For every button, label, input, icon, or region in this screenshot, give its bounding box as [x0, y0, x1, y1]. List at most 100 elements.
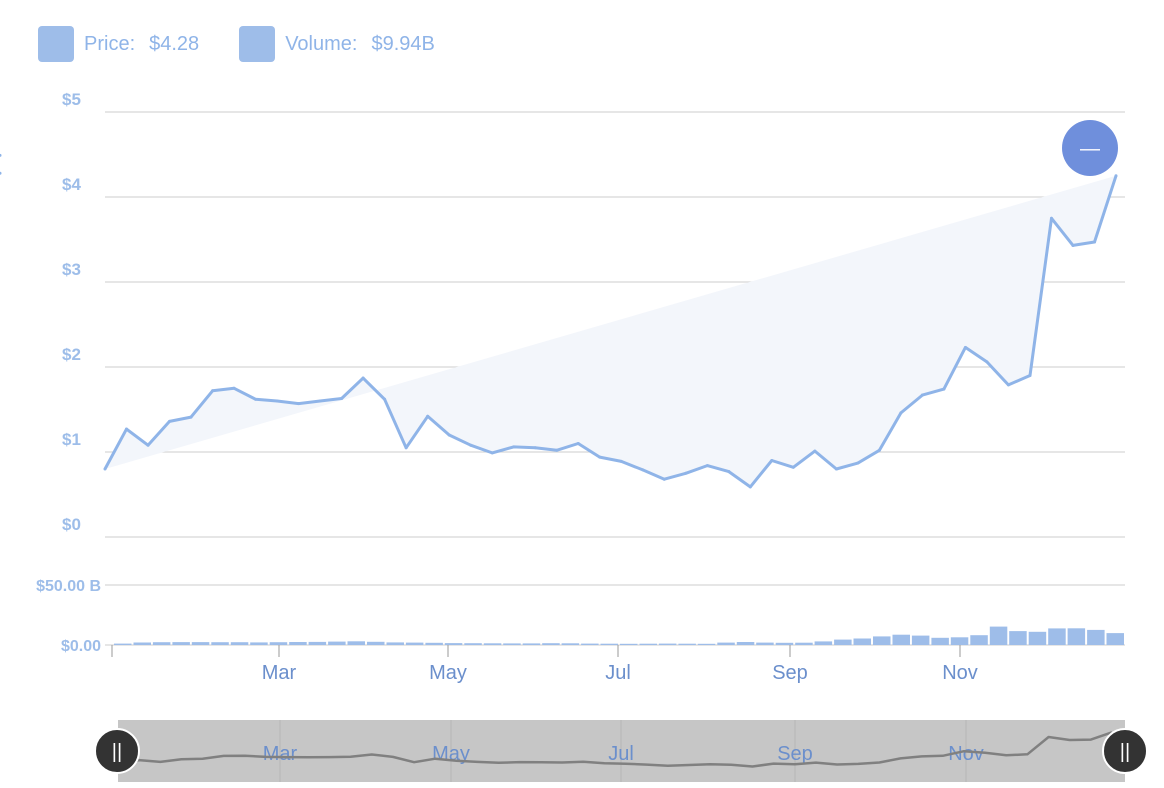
- price-point: [555, 448, 559, 452]
- volume-bar: [873, 636, 891, 645]
- volume-bar: [795, 642, 813, 645]
- volume-bar: [1009, 631, 1027, 645]
- volume-bar: [152, 642, 171, 645]
- price-point: [1028, 374, 1032, 377]
- price-y-tick: $2: [62, 345, 81, 364]
- x-axis-tick-label: Jul: [605, 662, 631, 684]
- price-point: [856, 461, 860, 465]
- price-point: [254, 397, 258, 401]
- volume-y-tick: $50.00 B: [36, 578, 101, 595]
- price-point: [662, 477, 666, 481]
- volume-bar: [133, 642, 151, 645]
- price-y-tick: $4: [62, 175, 81, 194]
- volume-bar: [736, 642, 755, 645]
- navigator[interactable]: Mar May Jul Sep Nov|| ||: [94, 720, 1148, 782]
- price-y-tick: $0: [62, 515, 81, 534]
- volume-bar: [931, 637, 949, 645]
- price-point: [189, 415, 193, 419]
- volume-bar: [347, 641, 365, 645]
- volume-bar: [483, 643, 502, 645]
- price-point: [1049, 216, 1053, 220]
- x-axis: Mar May Jul Sep Nov: [111, 645, 978, 684]
- x-axis-tick-label: Nov: [942, 662, 978, 684]
- price-point: [512, 445, 516, 449]
- price-point: [727, 470, 731, 474]
- volume-bar: [970, 635, 988, 645]
- navigator-right-handle-grip: ||: [1120, 741, 1130, 763]
- volume-bar: [542, 643, 560, 645]
- volume-bar: [172, 642, 190, 645]
- price-point: [447, 433, 451, 437]
- price-point: [770, 459, 774, 462]
- price-y-tick: $3: [62, 260, 81, 279]
- price-point: [275, 399, 279, 403]
- price-volume-chart[interactable]: $0 $1 $2 $3 $4 $5 $0.00 $50.00 B Mar May Jul Sep N…: [0, 0, 1164, 788]
- volume-bar: [775, 642, 794, 645]
- volume-bar: [405, 642, 424, 645]
- volume-bar: [289, 642, 307, 645]
- current-price-marker[interactable]: —: [1062, 120, 1118, 176]
- volume-bar: [911, 635, 930, 645]
- volume-bar: [950, 637, 969, 645]
- volume-bar: [250, 642, 268, 645]
- volume-bar: [1067, 628, 1086, 645]
- price-point: [168, 419, 172, 423]
- price-point: [103, 467, 107, 471]
- price-point: [383, 397, 387, 401]
- volume-bars: [114, 626, 1124, 645]
- volume-bar: [308, 641, 327, 645]
- price-point: [791, 465, 795, 469]
- price-point: [684, 471, 688, 475]
- price-point: [963, 345, 967, 349]
- navigator-tick-label: Mar: [263, 743, 298, 765]
- navigator-tick-label: Jul: [608, 743, 634, 765]
- volume-bar: [561, 643, 580, 645]
- volume-bar: [892, 634, 910, 645]
- volume-bar: [620, 643, 638, 645]
- price-point: [813, 449, 817, 453]
- price-point: [1114, 174, 1118, 178]
- volume-y-tick: $0.00: [61, 638, 101, 655]
- volume-y-axis: $0.00 $50.00 B: [36, 578, 101, 655]
- volume-bar: [269, 642, 288, 645]
- volume-bar: [697, 643, 716, 645]
- volume-bar: [1048, 628, 1066, 645]
- price-point: [576, 442, 580, 445]
- price-point: [0, 153, 2, 157]
- volume-bar: [211, 642, 229, 645]
- price-point: [426, 414, 430, 418]
- volume-bar: [464, 643, 482, 645]
- volume-bar: [989, 626, 1008, 645]
- price-point: [0, 171, 2, 175]
- volume-bar: [581, 643, 599, 645]
- price-point: [877, 448, 881, 452]
- x-axis-tick-label: Mar: [262, 662, 297, 684]
- price-point: [469, 443, 473, 447]
- price-point: [533, 446, 537, 450]
- price-point: [1006, 383, 1010, 387]
- volume-bar: [717, 642, 735, 645]
- volume-bar: [678, 643, 696, 645]
- price-point: [340, 396, 344, 400]
- price-point: [404, 446, 408, 450]
- price-point: [297, 402, 301, 406]
- price-point: [899, 411, 903, 415]
- volume-bar: [853, 638, 871, 645]
- price-point: [490, 451, 494, 455]
- price-point: [920, 393, 924, 397]
- price-point: [705, 464, 709, 468]
- volume-bar: [600, 643, 618, 645]
- volume-bar: [1106, 633, 1124, 645]
- price-point: [318, 399, 322, 403]
- price-point: [942, 387, 946, 391]
- x-axis-tick-label: Sep: [772, 662, 808, 684]
- volume-bar: [658, 643, 677, 645]
- volume-bar: [444, 643, 463, 645]
- price-point: [211, 389, 215, 393]
- price-y-tick: $5: [62, 90, 81, 109]
- volume-bar: [328, 641, 346, 645]
- price-point: [232, 386, 236, 390]
- price-point: [641, 468, 645, 472]
- price-point: [361, 376, 365, 380]
- volume-bar: [386, 642, 404, 645]
